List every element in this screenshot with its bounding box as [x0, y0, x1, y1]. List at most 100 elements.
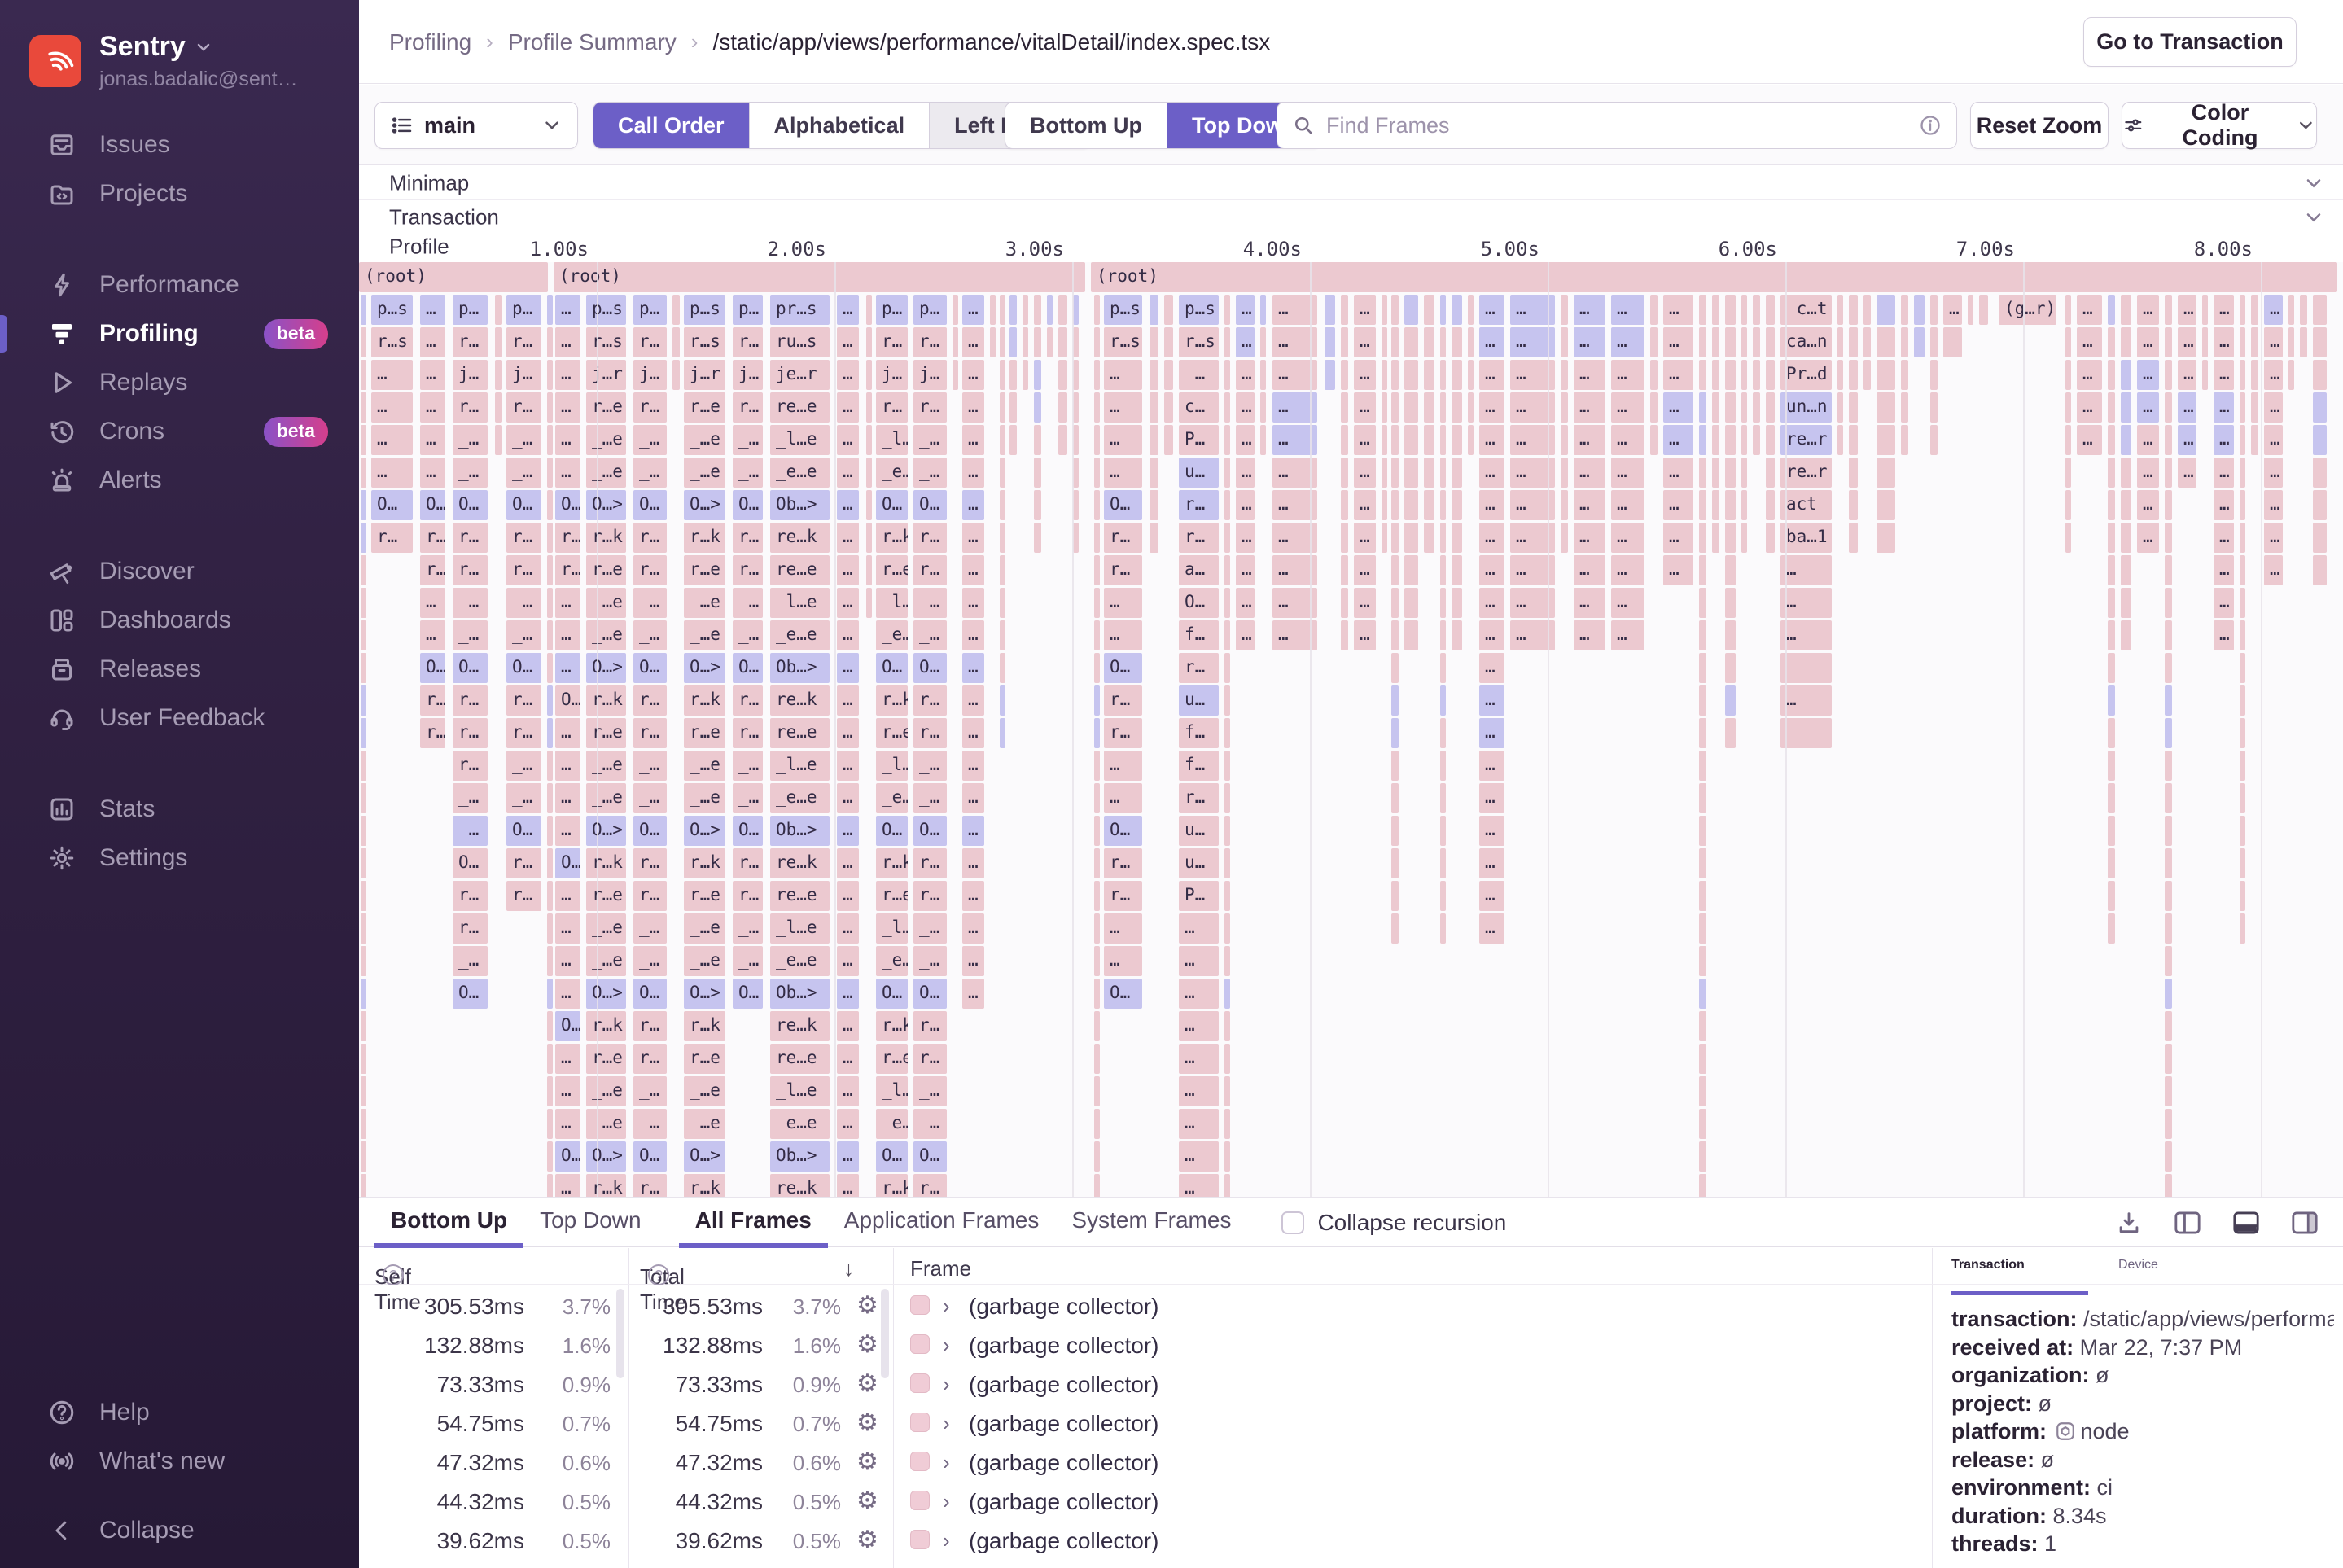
- flame-frame[interactable]: [1877, 360, 1895, 390]
- sidebar-item-settings[interactable]: Settings: [0, 834, 359, 883]
- flame-frame[interactable]: [1725, 327, 1736, 357]
- flame-frame[interactable]: [2108, 360, 2115, 390]
- flame-frame[interactable]: [1424, 392, 1434, 423]
- flame-frame[interactable]: [1224, 751, 1230, 781]
- flame-frame[interactable]: [1741, 295, 1747, 325]
- flame-frame[interactable]: …: [1510, 327, 1555, 357]
- flame-frame[interactable]: [1341, 555, 1348, 585]
- flame-frame[interactable]: [1699, 946, 1706, 976]
- flame-frame[interactable]: …: [555, 295, 580, 325]
- flame-frame[interactable]: [361, 718, 366, 748]
- flame-frame[interactable]: …: [1179, 1141, 1219, 1172]
- flame-frame[interactable]: [1753, 327, 1760, 357]
- flame-frame[interactable]: …: [2137, 425, 2159, 455]
- flame-frame[interactable]: [2165, 1011, 2172, 1041]
- flame-frame[interactable]: O…: [420, 490, 445, 520]
- flame-frame[interactable]: P…: [1179, 425, 1219, 455]
- flame-frame[interactable]: [2313, 425, 2327, 455]
- flame-frame[interactable]: [1712, 490, 1719, 520]
- flame-frame[interactable]: …: [837, 392, 859, 423]
- flame-frame[interactable]: …: [837, 295, 859, 325]
- flame-frame[interactable]: _…: [453, 458, 488, 488]
- flame-frame[interactable]: …: [1354, 295, 1376, 325]
- flame-frame[interactable]: …: [837, 1044, 859, 1074]
- flame-frame[interactable]: [866, 392, 872, 423]
- flame-frame[interactable]: [1849, 392, 1858, 423]
- flame-frame[interactable]: …: [555, 946, 580, 976]
- flame-frame[interactable]: [1712, 392, 1719, 423]
- flame-frame[interactable]: [2108, 588, 2115, 618]
- flame-frame[interactable]: …: [2264, 425, 2283, 455]
- flame-frame[interactable]: p…: [633, 295, 667, 325]
- flame-frame[interactable]: [1725, 295, 1736, 325]
- flame-frame[interactable]: [1224, 1044, 1230, 1074]
- flame-frame[interactable]: _…: [633, 946, 667, 976]
- flame-frame[interactable]: [361, 881, 366, 911]
- flame-frame[interactable]: …: [837, 1109, 859, 1139]
- flame-frame[interactable]: r…: [633, 1174, 667, 1197]
- flame-frame[interactable]: [1561, 458, 1568, 488]
- flame-frame[interactable]: [2251, 392, 2258, 423]
- flame-frame[interactable]: [1341, 295, 1348, 325]
- flame-frame[interactable]: O…: [733, 653, 763, 683]
- flame-frame[interactable]: [953, 295, 958, 325]
- flame-frame[interactable]: …: [2178, 327, 2196, 357]
- flame-frame[interactable]: O…>: [586, 653, 626, 683]
- flame-frame[interactable]: …: [1510, 620, 1555, 650]
- flame-frame[interactable]: _l…e: [770, 751, 830, 781]
- flame-frame[interactable]: …: [837, 979, 859, 1009]
- flame-frame[interactable]: _…: [913, 913, 947, 944]
- flame-frame[interactable]: [1930, 295, 1938, 325]
- sidebar-item-issues[interactable]: Issues: [0, 120, 359, 169]
- flame-frame[interactable]: _…e: [684, 620, 725, 650]
- flame-frame[interactable]: …: [2214, 555, 2234, 585]
- flame-frame[interactable]: O…: [913, 653, 947, 683]
- flame-frame[interactable]: r…: [913, 1011, 947, 1041]
- flame-frame[interactable]: …: [837, 327, 859, 357]
- flame-frame[interactable]: (g…r): [1999, 295, 2056, 325]
- flame-frame[interactable]: …: [837, 751, 859, 781]
- flame-frame[interactable]: [1440, 848, 1446, 878]
- flame-frame[interactable]: [2121, 425, 2131, 455]
- flame-frame[interactable]: [1000, 588, 1005, 618]
- flame-frame[interactable]: …: [962, 555, 984, 585]
- flame-frame[interactable]: [1034, 392, 1041, 423]
- flame-frame[interactable]: O…: [633, 979, 667, 1009]
- flame-frame[interactable]: O…: [876, 1141, 908, 1172]
- flame-frame[interactable]: …: [1354, 490, 1376, 520]
- flame-frame[interactable]: [1699, 1174, 1706, 1197]
- flame-frame[interactable]: _…: [733, 783, 763, 813]
- flame-frame[interactable]: …: [2214, 360, 2234, 390]
- flame-frame[interactable]: [1753, 295, 1760, 325]
- flame-frame[interactable]: …: [1104, 751, 1142, 781]
- flame-frame[interactable]: r…e: [586, 1044, 626, 1074]
- flame-frame[interactable]: …: [837, 1011, 859, 1041]
- flame-frame[interactable]: …: [1236, 425, 1255, 455]
- flame-frame[interactable]: _…: [506, 751, 541, 781]
- flame-frame[interactable]: …: [962, 392, 984, 423]
- flame-frame[interactable]: [1094, 360, 1100, 390]
- flame-frame[interactable]: [672, 295, 680, 325]
- flame-frame[interactable]: [361, 458, 366, 488]
- flame-frame[interactable]: [1224, 360, 1230, 390]
- flame-frame[interactable]: O…: [876, 816, 908, 846]
- flame-frame[interactable]: [1712, 425, 1719, 455]
- flame-frame[interactable]: [1930, 360, 1938, 390]
- flame-frame[interactable]: [1150, 458, 1158, 488]
- flame-frame[interactable]: [2165, 555, 2172, 585]
- flame-frame[interactable]: [1391, 327, 1399, 357]
- flame-frame[interactable]: (root): [554, 262, 1085, 292]
- flame-frame[interactable]: [2065, 490, 2071, 520]
- flame-frame[interactable]: …: [555, 783, 580, 813]
- flame-frame[interactable]: …: [420, 392, 445, 423]
- flame-frame[interactable]: [1979, 295, 1988, 325]
- flame-frame[interactable]: r…: [633, 327, 667, 357]
- flame-frame[interactable]: [2108, 848, 2115, 878]
- flame-frame[interactable]: …: [1179, 1011, 1219, 1041]
- flame-frame[interactable]: [1440, 360, 1446, 390]
- flame-frame[interactable]: [2165, 392, 2172, 423]
- flame-frame[interactable]: [1094, 1044, 1100, 1074]
- flame-frame[interactable]: O…>: [586, 490, 626, 520]
- flame-frame[interactable]: [1000, 360, 1005, 390]
- flame-frame[interactable]: [2240, 783, 2245, 813]
